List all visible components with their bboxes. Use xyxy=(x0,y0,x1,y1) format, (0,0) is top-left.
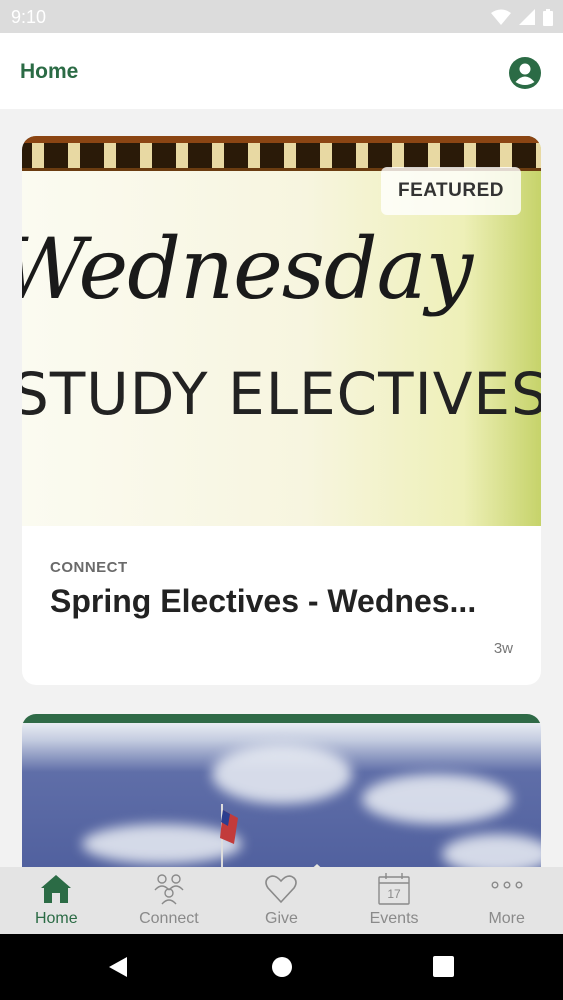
nav-item-events[interactable]: 17 Events xyxy=(338,867,451,934)
home-icon xyxy=(41,875,72,903)
status-time: 9:10 xyxy=(11,7,47,27)
svg-text:17: 17 xyxy=(387,887,401,901)
cloud-graphic xyxy=(212,744,352,804)
system-nav-bar xyxy=(0,934,563,1000)
nav-label: Give xyxy=(265,910,298,927)
featured-badge: FEATURED xyxy=(381,167,521,215)
nav-label: More xyxy=(488,910,525,927)
nav-item-give[interactable]: Give xyxy=(225,867,338,934)
calendar-icon: 17 xyxy=(378,873,410,905)
image-subtitle: STUDY ELECTIVES xyxy=(22,360,541,428)
content-feed[interactable]: FEATURED Wednesday STUDY ELECTIVES CONNE… xyxy=(0,109,563,867)
nav-label: Connect xyxy=(139,910,199,927)
content-card[interactable] xyxy=(22,714,541,867)
back-icon[interactable] xyxy=(107,956,129,978)
cell-signal-icon xyxy=(519,9,535,25)
app-header: Home xyxy=(0,33,563,109)
wifi-icon xyxy=(491,9,511,25)
nav-label: Home xyxy=(34,910,78,927)
status-bar: 9:10 xyxy=(0,0,563,33)
nav-item-connect[interactable]: Connect xyxy=(113,867,226,934)
nav-item-more[interactable]: More xyxy=(450,867,563,934)
status-icons xyxy=(491,8,553,26)
flag-graphic xyxy=(220,804,238,867)
recents-icon[interactable] xyxy=(433,956,454,977)
image-script-title: Wednesday xyxy=(22,220,473,318)
people-icon xyxy=(154,874,184,905)
film-strip-graphic xyxy=(22,136,541,171)
cloud-graphic xyxy=(362,774,512,824)
profile-icon[interactable] xyxy=(509,57,541,89)
nav-item-home[interactable]: Home xyxy=(0,867,113,934)
featured-content-card[interactable]: FEATURED Wednesday STUDY ELECTIVES CONNE… xyxy=(22,136,541,685)
page-title: Home xyxy=(20,60,79,83)
card-title: Spring Electives - Wednes... xyxy=(50,583,477,619)
card-age: 3w xyxy=(493,640,513,657)
cloud-graphic xyxy=(442,834,541,867)
nav-label: Events xyxy=(369,910,419,927)
bottom-nav: Home Connect Give 17 Events More xyxy=(0,867,563,934)
battery-icon xyxy=(543,8,553,26)
card-category: CONNECT xyxy=(50,559,128,576)
home-button-icon[interactable] xyxy=(271,956,293,978)
more-dots-icon xyxy=(491,881,523,889)
card-image: FEATURED Wednesday STUDY ELECTIVES xyxy=(22,136,541,526)
heart-icon xyxy=(265,875,298,904)
card-image xyxy=(22,714,541,867)
